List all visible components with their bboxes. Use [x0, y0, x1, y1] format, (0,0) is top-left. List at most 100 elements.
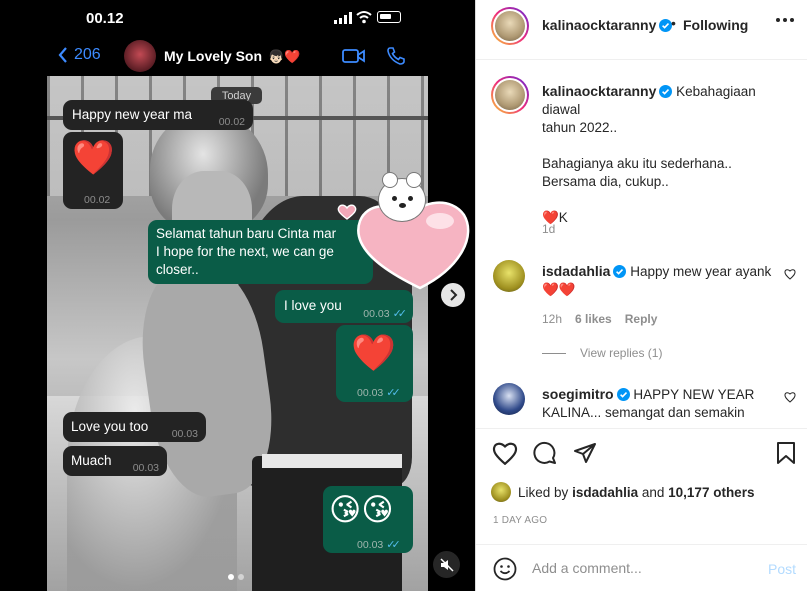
caption-text: kalinaocktaranny Kebahagiaan diawal tahu… [542, 82, 792, 227]
post-comment-button[interactable]: Post [768, 561, 796, 577]
heart-emoji: ❤️ [72, 139, 115, 177]
mute-button[interactable] [433, 551, 460, 578]
emoji-smiley-icon[interactable] [493, 557, 517, 581]
cellular-signal-icon [334, 12, 352, 24]
message-text: Happy new year ma [72, 107, 193, 122]
battery-icon [377, 11, 401, 23]
double-check-icon: ✓✓ [386, 539, 401, 551]
message-bubble-outgoing: 😘😘 00.03 ✓✓ [323, 486, 413, 553]
comment-likes[interactable]: 6 likes [575, 312, 612, 326]
caption-timestamp[interactable]: 1d [542, 222, 555, 236]
author-avatar[interactable] [491, 7, 529, 45]
message-status: 00.03 ✓✓ [357, 536, 401, 554]
view-replies-button[interactable]: View replies (1) [542, 346, 662, 360]
verified-badge-icon [659, 85, 673, 98]
message-time: 00.02 [218, 116, 245, 128]
following-button[interactable]: Following [683, 17, 748, 33]
caption-line-6 [542, 191, 792, 209]
comment-time[interactable]: 12h [542, 312, 562, 326]
chevron-right-icon [450, 289, 458, 301]
post-header: kalinaocktaranny • Following [476, 0, 807, 60]
likes-summary: Liked by isdadahlia and 10,177 others [491, 482, 754, 502]
caption-author-username-text[interactable]: kalinaocktaranny [542, 83, 656, 99]
liker-avatar[interactable] [491, 482, 511, 502]
double-check-icon: ✓✓ [392, 308, 408, 320]
comment-username-text[interactable]: soegimitro [542, 386, 614, 402]
message-text: Selamat tahun baru Cinta mar I hope for t… [156, 225, 376, 279]
comment-username[interactable]: isdadahlia [542, 263, 627, 279]
caption-line-5: Bersama dia, cukup.. [542, 174, 669, 189]
comment-body: soegimitro HAPPY NEW YEAR KALINA... sema… [542, 385, 772, 422]
chat-header: 206 My Lovely Son 👦🏻❤️ [0, 38, 475, 76]
wifi-icon [356, 11, 372, 24]
message-bubble-incoming: Love you too 00.03 [63, 412, 206, 442]
message-bubble-outgoing: Selamat tahun baru Cinta mar I hope for t… [148, 220, 373, 284]
comment-body: isdadahlia Happy mew year ayank ❤️❤️ [542, 262, 772, 299]
video-call-icon [342, 49, 365, 63]
likes-and: and [641, 484, 665, 500]
verified-badge-icon [613, 265, 627, 278]
add-comment-bar: Add a comment... Post [476, 544, 807, 591]
comment-username-text[interactable]: isdadahlia [542, 263, 610, 279]
like-heart-icon[interactable] [492, 441, 518, 465]
message-bubble-outgoing: ❤️ 00.03 ✓✓ [336, 325, 413, 402]
chevron-left-icon [58, 47, 67, 63]
caption-author-username[interactable]: kalinaocktaranny [542, 83, 673, 99]
verified-badge-icon [616, 388, 630, 401]
reply-button[interactable]: Reply [625, 312, 658, 326]
bear-sticker [378, 172, 426, 222]
likes-text: Liked by isdadahlia and 10,177 others [518, 485, 754, 500]
carousel-dot [238, 574, 244, 580]
caption-line-4: Bahagianya aku itu sederhana.. [542, 156, 732, 171]
kiss-emoji: 😘😘 [329, 492, 394, 527]
message-time: 00.02 [84, 194, 111, 206]
author-username-text[interactable]: kalinaocktaranny [542, 17, 656, 33]
comment-item: isdadahlia Happy mew year ayank ❤️❤️ 12h… [491, 260, 796, 370]
double-check-icon: ✓✓ [386, 387, 401, 399]
liker-username[interactable]: isdadahlia [572, 485, 638, 500]
comment-item: soegimitro HAPPY NEW YEAR KALINA... sema… [491, 383, 796, 423]
post-media[interactable]: 00.12 206 My Lovely Son 👦🏻❤️ Today Happy… [0, 0, 475, 591]
message-line-1: Selamat tahun baru Cinta mar [156, 226, 337, 241]
instagram-post-modal: 00.12 206 My Lovely Son 👦🏻❤️ Today Happy… [0, 0, 807, 591]
message-bubble-incoming: Muach 00.03 [63, 446, 167, 476]
likes-count[interactable]: 10,177 others [668, 485, 754, 500]
save-bookmark-icon[interactable] [776, 441, 796, 465]
comment-avatar[interactable] [493, 260, 525, 292]
message-time: 00.03 [132, 462, 159, 474]
chat-back-count: 206 [74, 46, 101, 63]
comment-meta: 12h 6 likes Reply [542, 312, 657, 326]
carousel-dots [228, 574, 244, 580]
chat-contact-name: My Lovely Son 👦🏻❤️ [164, 48, 300, 65]
chat-title-emojis: 👦🏻❤️ [268, 49, 301, 64]
caption-line-2: tahun 2022.. [542, 120, 618, 135]
comment-avatar[interactable] [493, 383, 525, 415]
more-options-button[interactable] [776, 18, 794, 22]
message-time: 00.03 [363, 308, 390, 320]
separator-dot: • [671, 15, 676, 31]
comment-like-heart-icon[interactable] [784, 268, 796, 280]
message-line-2: I hope for the next, we can ge [156, 244, 334, 259]
carousel-next-button[interactable] [441, 283, 465, 307]
message-time: 00.03 [171, 428, 198, 440]
comment-username[interactable]: soegimitro [542, 386, 630, 402]
message-text: Love you too [71, 419, 149, 434]
caption-author-avatar[interactable] [491, 76, 529, 114]
chat-contact-title: My Lovely Son [164, 48, 263, 64]
post-timestamp[interactable]: 1 DAY AGO [493, 515, 547, 526]
message-line-3: closer.. [156, 262, 199, 277]
message-bubble-incoming: Happy new year ma 00.02 [63, 100, 253, 130]
chat-back-button: 206 [58, 46, 101, 64]
message-status: 00.03 ✓✓ [363, 305, 408, 323]
comment-bubble-icon[interactable] [533, 441, 557, 465]
message-bubble-outgoing: I love you 00.03 ✓✓ [275, 290, 413, 323]
phone-call-icon [387, 47, 405, 65]
comment-input[interactable]: Add a comment... [532, 560, 642, 576]
chat-contact-avatar [124, 40, 156, 72]
author-username[interactable]: kalinaocktaranny [542, 17, 673, 33]
comment-like-heart-icon[interactable] [784, 391, 796, 403]
share-paper-plane-icon[interactable] [573, 441, 597, 465]
message-text: Muach [71, 453, 112, 468]
message-time: 00.03 [357, 539, 384, 551]
speaker-muted-icon [439, 557, 454, 572]
